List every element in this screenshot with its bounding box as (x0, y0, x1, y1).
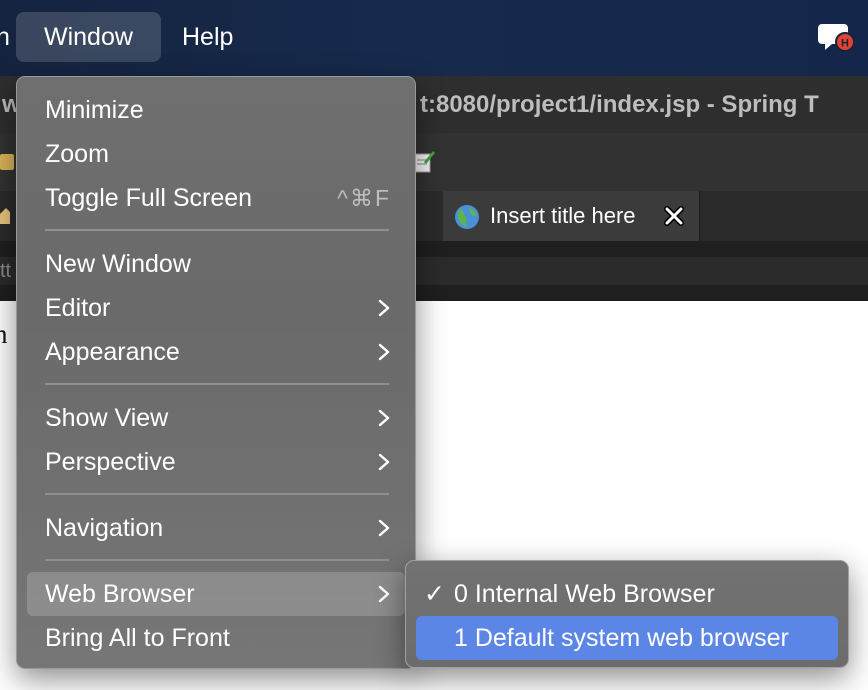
menu-item-label: Minimize (45, 96, 144, 124)
toolbar-folder-icon[interactable] (0, 148, 14, 174)
menu-item-label: New Window (45, 250, 191, 278)
chevron-right-icon (378, 299, 390, 317)
close-icon[interactable] (663, 205, 685, 227)
tab-insert-title-here[interactable]: Insert title here (443, 191, 700, 241)
checkmark-icon: ✓ (424, 580, 445, 608)
submenu-item-default-system-web-browser[interactable]: 1 Default system web browser (416, 616, 838, 660)
menu-item-editor[interactable]: Editor (27, 286, 405, 330)
menu-item-web-browser[interactable]: Web Browser (27, 572, 405, 616)
menu-item-minimize[interactable]: Minimize (27, 88, 405, 132)
menu-separator (45, 559, 389, 561)
menu-item-perspective[interactable]: Perspective (27, 440, 405, 484)
menu-item-label: Show View (45, 404, 169, 432)
menu-item-label: Zoom (45, 140, 109, 168)
menu-bar-partial-item[interactable]: n (0, 12, 10, 62)
submenu-item-label: 0 Internal Web Browser (454, 580, 715, 608)
menu-item-new-window[interactable]: New Window (27, 242, 405, 286)
chevron-right-icon (378, 343, 390, 361)
submenu-item-internal-web-browser[interactable]: ✓ 0 Internal Web Browser (416, 572, 838, 616)
menu-item-appearance[interactable]: Appearance (27, 330, 405, 374)
menu-bar-window[interactable]: Window (16, 12, 161, 62)
menu-item-bring-all-to-front[interactable]: Bring All to Front (27, 616, 405, 660)
chevron-right-icon (378, 453, 390, 471)
menu-item-show-view[interactable]: Show View (27, 396, 405, 440)
menu-item-toggle-full-screen[interactable]: Toggle Full Screen ^⌘F (27, 176, 405, 220)
menu-item-label: Appearance (45, 338, 180, 366)
submenu-item-label: 1 Default system web browser (454, 624, 789, 652)
menu-item-label: Perspective (45, 448, 176, 476)
chevron-right-icon (378, 519, 390, 537)
menu-item-navigation[interactable]: Navigation (27, 506, 405, 550)
menu-separator (45, 493, 389, 495)
content-text: n (0, 319, 8, 349)
web-browser-submenu: ✓ 0 Internal Web Browser 1 Default syste… (405, 560, 849, 668)
menu-item-shortcut: ^⌘F (337, 185, 391, 211)
chevron-right-icon (378, 409, 390, 427)
badge-letter: H (841, 38, 849, 50)
menu-item-label: Editor (45, 294, 111, 322)
menu-item-label: Web Browser (45, 580, 195, 608)
globe-icon (453, 203, 481, 231)
window-title: t:8080/project1/index.jsp - Spring T (420, 91, 819, 118)
menu-bar-help[interactable]: Help (154, 12, 261, 62)
menu-separator (45, 383, 389, 385)
tab-home-icon[interactable] (0, 204, 10, 226)
window-menu: Minimize Zoom Toggle Full Screen ^⌘F New… (16, 76, 416, 669)
menu-item-label: Bring All to Front (45, 624, 230, 652)
tab-label: Insert title here (490, 203, 636, 228)
menu-bar: n Window Help H (0, 0, 868, 76)
address-text: tt (0, 260, 12, 282)
chevron-right-icon (378, 585, 390, 603)
speech-bubble-notification-icon[interactable]: H (818, 20, 858, 54)
menu-item-label: Toggle Full Screen (45, 184, 253, 212)
menu-separator (45, 229, 389, 231)
menu-item-zoom[interactable]: Zoom (27, 132, 405, 176)
menu-item-label: Navigation (45, 514, 164, 542)
